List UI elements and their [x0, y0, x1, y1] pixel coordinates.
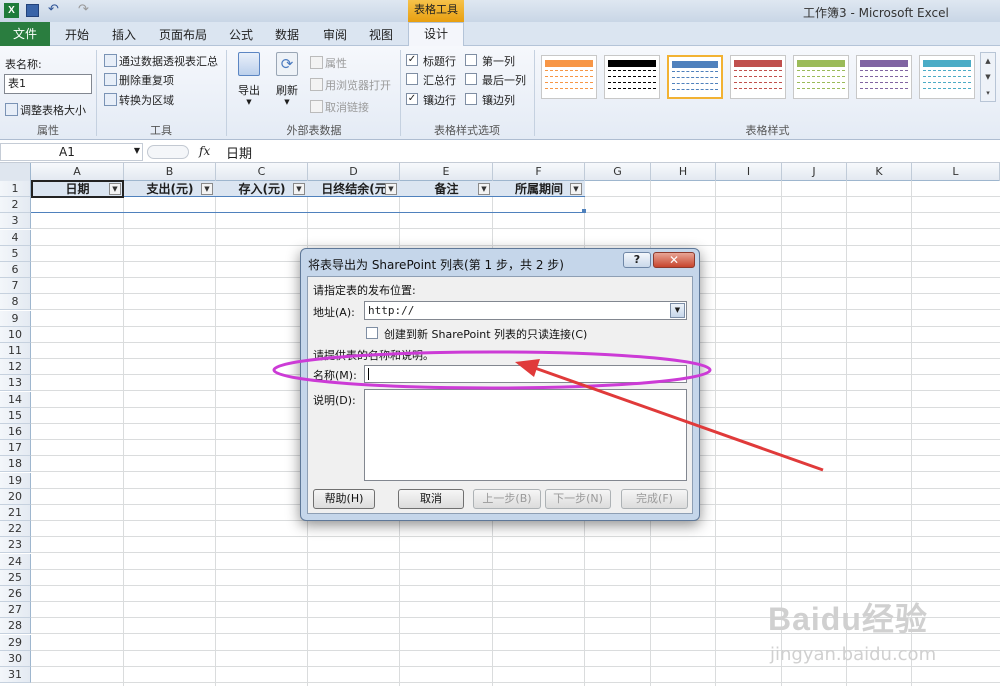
watermark-url: jingyan.baidu.com [770, 644, 937, 665]
annotation-arrow-shaft [531, 365, 824, 472]
watermark-logo: Baidu经验 [768, 594, 928, 640]
watermark-brand: Baidu经验 [768, 601, 928, 637]
annotation-overlay [272, 350, 824, 472]
highlight-ellipse [272, 350, 712, 390]
annotation-arrow-head [515, 359, 540, 377]
